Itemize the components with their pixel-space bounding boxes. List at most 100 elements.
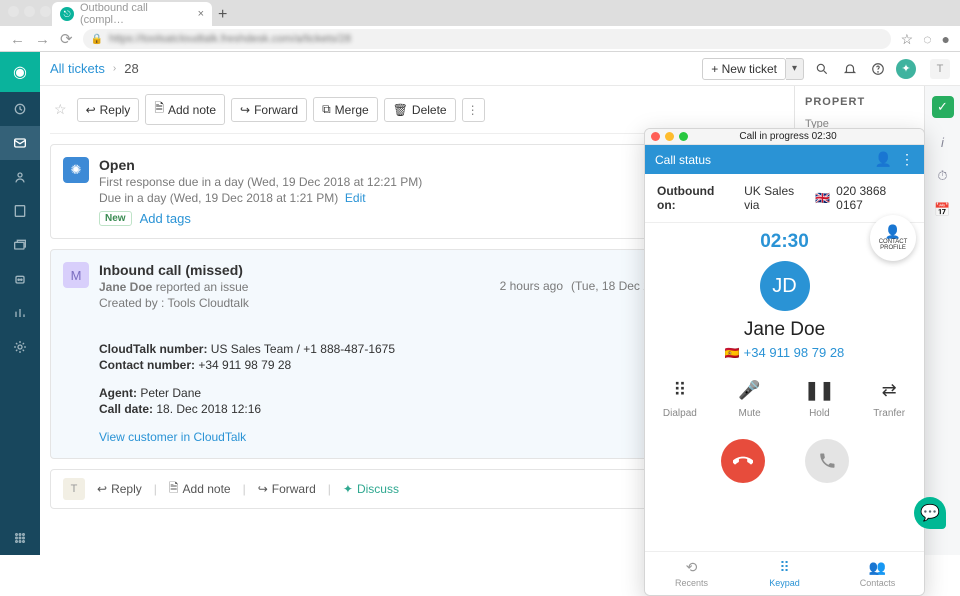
- keypad-tab[interactable]: ⠿Keypad: [738, 552, 831, 595]
- field-label: CloudTalk number:: [99, 342, 207, 356]
- line-name: UK Sales via: [744, 184, 809, 212]
- hangup-button[interactable]: [721, 439, 765, 483]
- star-icon[interactable]: ☆: [901, 31, 914, 48]
- more-vert-icon[interactable]: ⋮: [900, 151, 914, 168]
- nav-solutions[interactable]: [0, 194, 40, 228]
- transfer-icon: ⇄: [882, 380, 897, 400]
- field-label: Contact number:: [99, 358, 195, 372]
- mute-action[interactable]: 🎤Mute: [715, 380, 785, 419]
- keypad-icon: ⠿: [779, 559, 789, 576]
- nav-robot[interactable]: [0, 262, 40, 296]
- nav-contacts[interactable]: [0, 160, 40, 194]
- tab-title: Outbound call (compl…: [80, 2, 192, 26]
- forward-icon[interactable]: →: [35, 31, 50, 48]
- window-min-icon[interactable]: [665, 132, 674, 141]
- field-value: Peter Dane: [137, 386, 201, 400]
- clock-icon: ⟲: [686, 559, 698, 576]
- app-favicon: ⎋: [60, 7, 74, 21]
- properties-heading: PROPERT: [805, 96, 914, 108]
- view-customer-link[interactable]: View customer in CloudTalk: [99, 430, 246, 444]
- transfer-action[interactable]: ⇄Tranfer: [854, 380, 924, 419]
- profile-icon[interactable]: ●: [942, 31, 950, 47]
- due-text: Due in a day (Wed, 19 Dec 2018 at 1:21 P…: [99, 191, 338, 205]
- reply-action[interactable]: ↩ Reply|: [97, 482, 157, 496]
- nav-reports[interactable]: [0, 296, 40, 330]
- reload-icon[interactable]: ⟳: [60, 30, 73, 48]
- new-tab-button[interactable]: +: [218, 6, 227, 26]
- breadcrumb-all-tickets[interactable]: All tickets: [50, 61, 105, 76]
- add-note-button[interactable]: 🗎 Add note: [145, 94, 225, 125]
- bell-icon[interactable]: [840, 59, 860, 79]
- call-status-label: Call status: [655, 153, 711, 167]
- contact-name: Jane Doe: [744, 319, 825, 341]
- field-label: Call date:: [99, 402, 153, 416]
- es-flag-icon: 🇪🇸: [725, 346, 740, 360]
- edit-due-link[interactable]: Edit: [345, 191, 366, 205]
- call-widget: Call in progress 02:30 Call status 👤 ⋮ O…: [644, 128, 925, 596]
- dial-button[interactable]: [805, 439, 849, 483]
- extension-icon[interactable]: ◌: [923, 31, 931, 47]
- more-menu[interactable]: ⋮: [462, 98, 485, 122]
- nav-dashboard[interactable]: [0, 92, 40, 126]
- close-icon[interactable]: ×: [198, 8, 204, 20]
- star-ticket[interactable]: ☆: [50, 97, 71, 122]
- person-icon: 👤: [885, 225, 901, 238]
- pause-icon: ❚❚: [804, 380, 834, 400]
- add-tags-link[interactable]: Add tags: [140, 211, 191, 226]
- chevron-right-icon: ›: [113, 63, 116, 74]
- chat-fab[interactable]: 💬: [914, 497, 946, 529]
- back-icon[interactable]: ←: [10, 31, 25, 48]
- forward-button[interactable]: ↪ Forward: [231, 98, 307, 122]
- status-avatar: ✺: [63, 157, 89, 183]
- address-bar[interactable]: 🔒 https://toolsatcloudtalk.freshdesk.com…: [83, 29, 891, 49]
- nav-forums[interactable]: [0, 228, 40, 262]
- reply-button[interactable]: ↩ Reply: [77, 98, 140, 122]
- outbound-label: Outbound on:: [657, 184, 732, 212]
- requester-avatar: M: [63, 262, 89, 288]
- window-close-icon[interactable]: [651, 132, 660, 141]
- mic-icon: 🎤: [738, 380, 760, 400]
- contacts-tab[interactable]: 👥Contacts: [831, 552, 924, 595]
- forward-action[interactable]: ↪ Forward|: [258, 482, 331, 496]
- module-calendar-icon[interactable]: 📅: [933, 200, 953, 220]
- window-controls: [8, 6, 51, 17]
- module-check-icon[interactable]: ✓: [932, 96, 954, 118]
- dialpad-action[interactable]: ⠿Dialpad: [645, 380, 715, 419]
- current-user-avatar: T: [63, 478, 85, 500]
- created-by: Created by : Tools Cloudtalk: [99, 296, 490, 310]
- app-logo[interactable]: ◉: [0, 52, 40, 92]
- url-text: https://toolsatcloudtalk.freshdesk.com/a…: [109, 33, 351, 45]
- user-avatar[interactable]: T: [930, 59, 950, 79]
- module-timer-icon[interactable]: ⏱: [933, 166, 953, 186]
- recents-tab[interactable]: ⟲Recents: [645, 552, 738, 595]
- new-tag: New: [99, 211, 132, 226]
- new-ticket-label: + New ticket: [711, 62, 777, 76]
- time-relative: 2 hours ago: [500, 279, 563, 293]
- contacts-icon: 👥: [869, 559, 886, 576]
- delete-button[interactable]: 🗑 Delete: [384, 98, 456, 122]
- new-ticket-caret[interactable]: ▾: [786, 58, 804, 80]
- line-number: 020 3868 0167: [836, 184, 912, 212]
- module-info-icon[interactable]: i: [933, 132, 953, 152]
- window-max-icon[interactable]: [679, 132, 688, 141]
- reporter-suffix: reported an issue: [152, 280, 248, 294]
- nav-tickets[interactable]: [0, 126, 40, 160]
- conversation-title: Inbound call (missed): [99, 262, 490, 278]
- contact-profile-button[interactable]: 👤 CONTACT PROFILE: [870, 215, 916, 261]
- hold-action[interactable]: ❚❚Hold: [785, 380, 855, 419]
- browser-tab[interactable]: ⎋ Outbound call (compl… ×: [52, 2, 212, 26]
- reporter-name: Jane Doe: [99, 280, 152, 294]
- new-ticket-button[interactable]: + New ticket: [702, 58, 786, 80]
- call-progress-text: Call in progress 02:30: [693, 131, 883, 142]
- search-icon[interactable]: [812, 59, 832, 79]
- add-note-action[interactable]: 🗎 Add note|: [169, 479, 246, 500]
- help-icon[interactable]: [868, 59, 888, 79]
- person-icon[interactable]: 👤: [875, 151, 892, 168]
- left-navigation: ◉: [0, 52, 40, 555]
- nav-apps[interactable]: [0, 521, 40, 555]
- discuss-action[interactable]: ✦ Discuss: [343, 482, 399, 496]
- merge-button[interactable]: ⧉ Merge: [313, 97, 378, 122]
- freshconnect-icon[interactable]: ✦: [896, 59, 916, 79]
- nav-settings[interactable]: [0, 330, 40, 364]
- contact-number: +34 911 98 79 28: [744, 345, 845, 360]
